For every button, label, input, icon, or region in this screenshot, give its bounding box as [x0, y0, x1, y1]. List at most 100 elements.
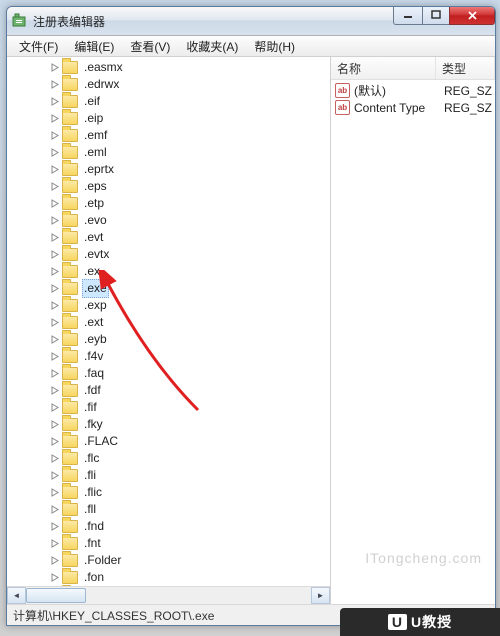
list-header[interactable]: 名称 类型 — [331, 57, 495, 80]
folder-icon — [62, 384, 78, 397]
expand-icon[interactable] — [49, 470, 61, 482]
expand-icon[interactable] — [49, 249, 61, 261]
tree-node[interactable]: .fif — [11, 399, 330, 416]
tree-node[interactable]: .eif — [11, 93, 330, 110]
menu-edit[interactable]: 编辑(E) — [66, 36, 122, 57]
tree-node-label: .eyb — [82, 331, 109, 348]
tree-node[interactable]: .eps — [11, 178, 330, 195]
expand-icon[interactable] — [49, 436, 61, 448]
menubar: 文件(F) 编辑(E) 查看(V) 收藏夹(A) 帮助(H) — [7, 36, 495, 57]
column-name[interactable]: 名称 — [331, 57, 436, 79]
tree-node[interactable]: .flc — [11, 450, 330, 467]
tree-node[interactable]: .evo — [11, 212, 330, 229]
expand-icon[interactable] — [49, 79, 61, 91]
titlebar[interactable]: 注册表编辑器 — [7, 7, 495, 36]
maximize-button[interactable] — [422, 6, 450, 25]
tree-node[interactable]: .fon — [11, 569, 330, 586]
tree-node[interactable]: .emf — [11, 127, 330, 144]
expand-icon[interactable] — [49, 113, 61, 125]
tree-node[interactable]: .f4v — [11, 348, 330, 365]
expand-icon[interactable] — [49, 266, 61, 278]
folder-icon — [62, 469, 78, 482]
menu-help[interactable]: 帮助(H) — [246, 36, 303, 57]
tree-node[interactable]: .fnd — [11, 518, 330, 535]
horizontal-scrollbar[interactable]: ◄ ► — [7, 586, 330, 604]
expand-icon[interactable] — [49, 334, 61, 346]
tree-node[interactable]: .ex_ — [11, 263, 330, 280]
tree-node[interactable]: .fll — [11, 501, 330, 518]
minimize-button[interactable] — [393, 6, 423, 25]
expand-icon[interactable] — [49, 164, 61, 176]
close-button[interactable] — [449, 6, 495, 25]
tree-node[interactable]: .edrwx — [11, 76, 330, 93]
expand-icon[interactable] — [49, 96, 61, 108]
tree-node[interactable]: .evt — [11, 229, 330, 246]
menu-favorites[interactable]: 收藏夹(A) — [178, 36, 246, 57]
tree-node[interactable]: .eml — [11, 144, 330, 161]
scroll-left-button[interactable]: ◄ — [7, 587, 26, 604]
tree-node[interactable]: .eyb — [11, 331, 330, 348]
expand-icon[interactable] — [49, 283, 61, 295]
tree-node[interactable]: .fky — [11, 416, 330, 433]
tree[interactable]: .easmx.edrwx.eif.eip.emf.eml.eprtx.eps.e… — [7, 57, 330, 586]
scroll-right-button[interactable]: ► — [311, 587, 330, 604]
folder-icon — [62, 282, 78, 295]
folder-icon — [62, 163, 78, 176]
tree-node[interactable]: .evtx — [11, 246, 330, 263]
tree-node-label: .fky — [82, 416, 105, 433]
expand-icon[interactable] — [49, 538, 61, 550]
expand-icon[interactable] — [49, 198, 61, 210]
menu-file[interactable]: 文件(F) — [11, 36, 66, 57]
tree-node[interactable]: .ext — [11, 314, 330, 331]
folder-icon — [62, 231, 78, 244]
tree-node-label: .ext — [82, 314, 105, 331]
scroll-thumb[interactable] — [26, 588, 86, 603]
expand-icon[interactable] — [49, 402, 61, 414]
expand-icon[interactable] — [49, 300, 61, 312]
tree-node[interactable]: .exe — [11, 280, 330, 297]
tree-node[interactable]: .fnt — [11, 535, 330, 552]
expand-icon[interactable] — [49, 572, 61, 584]
app-icon — [11, 13, 27, 29]
folder-icon — [62, 197, 78, 210]
tree-node-label: .etp — [82, 195, 106, 212]
folder-icon — [62, 248, 78, 261]
expand-icon[interactable] — [49, 487, 61, 499]
expand-icon[interactable] — [49, 181, 61, 193]
tree-node[interactable]: .exp — [11, 297, 330, 314]
column-type[interactable]: 类型 — [436, 57, 495, 79]
expand-icon[interactable] — [49, 504, 61, 516]
expand-icon[interactable] — [49, 555, 61, 567]
list-body[interactable]: (默认) REG_SZ Content Type REG_SZ — [331, 80, 495, 604]
expand-icon[interactable] — [49, 62, 61, 74]
value-row[interactable]: (默认) REG_SZ — [331, 82, 495, 99]
expand-icon[interactable] — [49, 521, 61, 533]
tree-node[interactable]: .faq — [11, 365, 330, 382]
scroll-track[interactable] — [26, 588, 311, 603]
menu-view[interactable]: 查看(V) — [122, 36, 178, 57]
tree-node[interactable]: .fli — [11, 467, 330, 484]
expand-icon[interactable] — [49, 232, 61, 244]
expand-icon[interactable] — [49, 215, 61, 227]
tree-node-label: .edrwx — [82, 76, 121, 93]
brand-badge: U U教授 — [340, 608, 500, 636]
expand-icon[interactable] — [49, 351, 61, 363]
tree-node[interactable]: .FLAC — [11, 433, 330, 450]
tree-node[interactable]: .etp — [11, 195, 330, 212]
tree-node[interactable]: .eprtx — [11, 161, 330, 178]
tree-node[interactable]: .fdf — [11, 382, 330, 399]
tree-node[interactable]: .flic — [11, 484, 330, 501]
expand-icon[interactable] — [49, 317, 61, 329]
expand-icon[interactable] — [49, 419, 61, 431]
expand-icon[interactable] — [49, 147, 61, 159]
expand-icon[interactable] — [49, 368, 61, 380]
expand-icon[interactable] — [49, 453, 61, 465]
tree-node[interactable]: .eip — [11, 110, 330, 127]
tree-node[interactable]: .Folder — [11, 552, 330, 569]
tree-node[interactable]: .easmx — [11, 59, 330, 76]
tree-node-label: .flic — [82, 484, 104, 501]
folder-icon — [62, 112, 78, 125]
expand-icon[interactable] — [49, 385, 61, 397]
expand-icon[interactable] — [49, 130, 61, 142]
value-row[interactable]: Content Type REG_SZ — [331, 99, 495, 116]
